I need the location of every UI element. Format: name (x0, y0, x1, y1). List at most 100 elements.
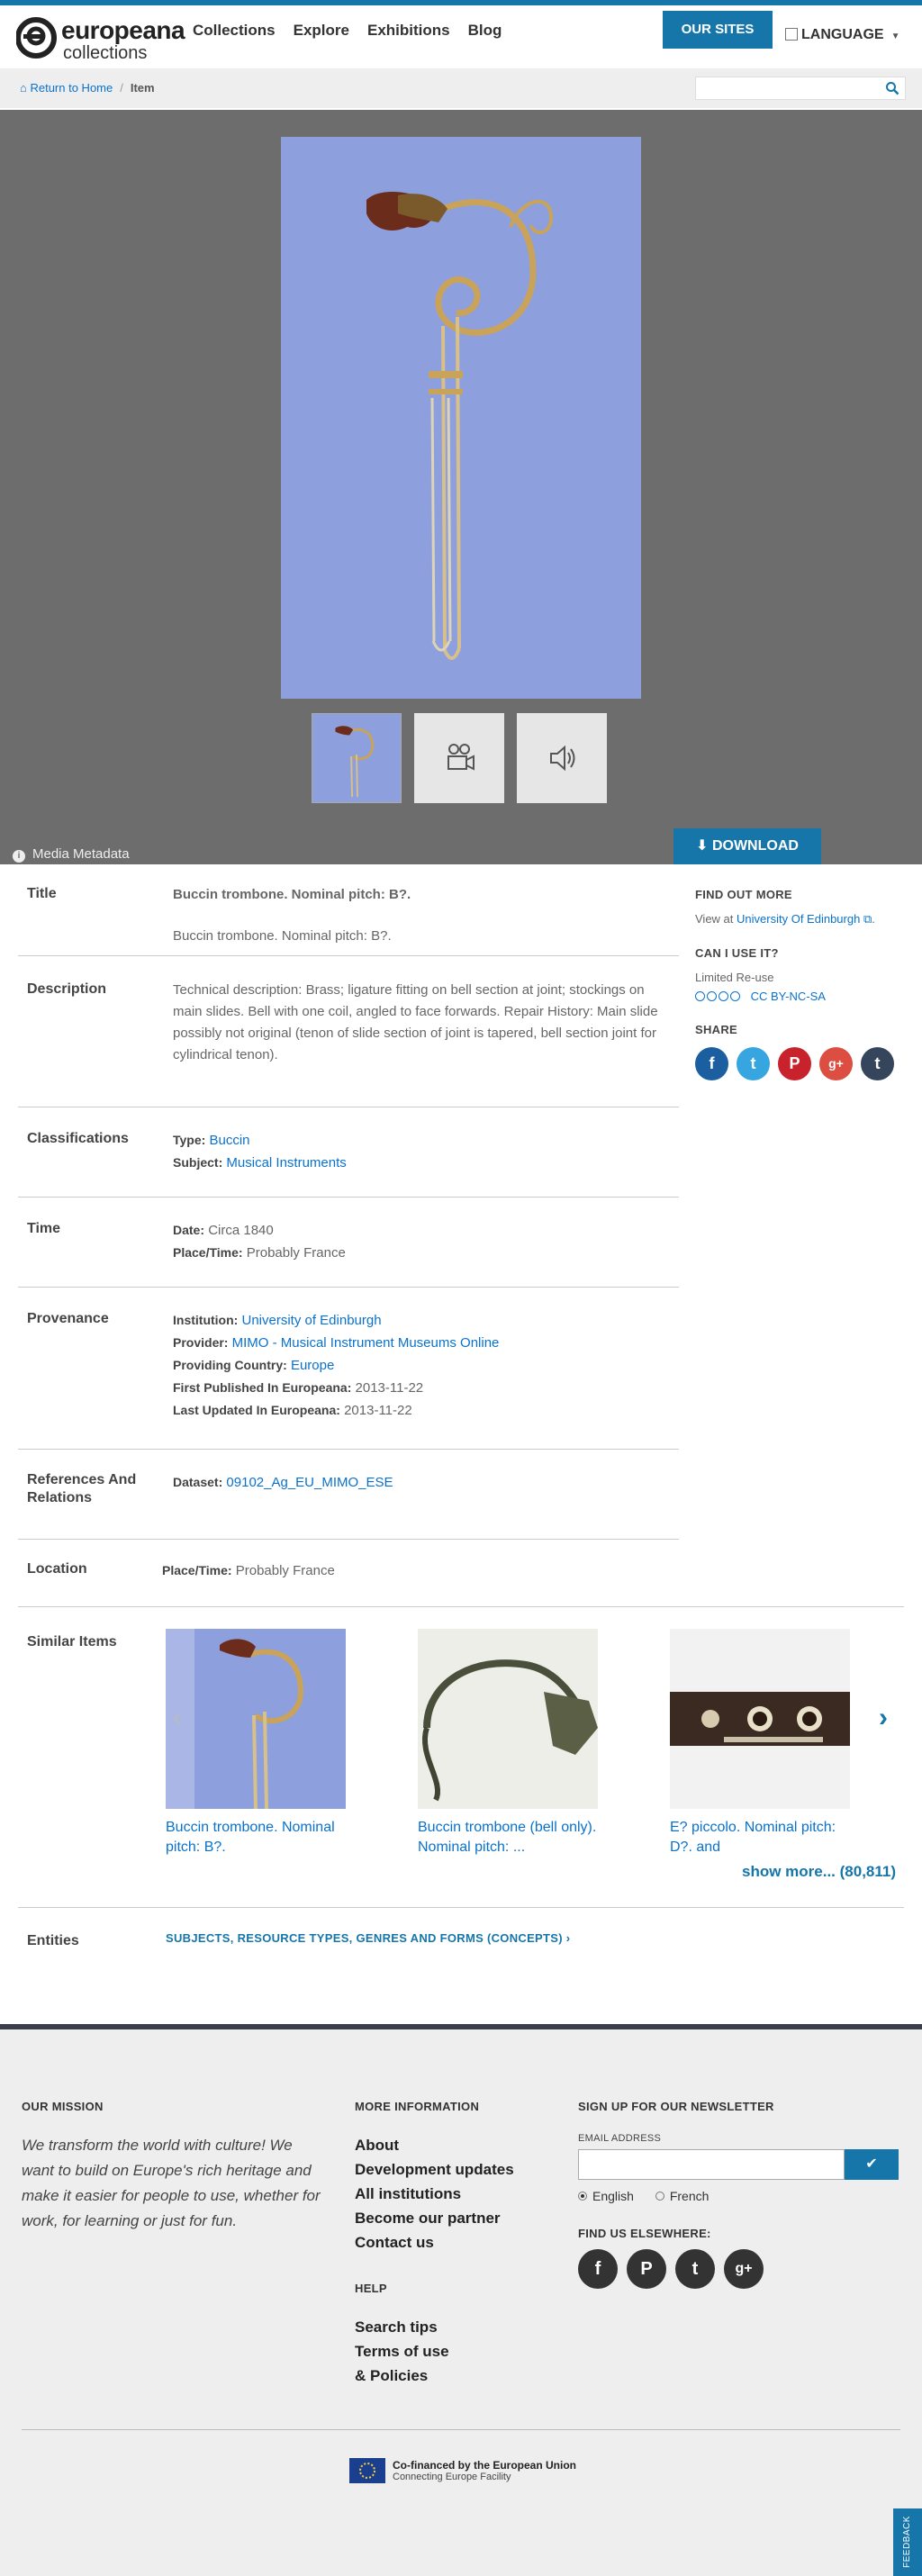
place-line: Place/Time: Probably France (173, 1242, 346, 1264)
main-item-image[interactable] (281, 137, 641, 699)
email-field[interactable] (578, 2149, 845, 2180)
email-label: EMAIL ADDRESS (578, 2133, 662, 2144)
footer-social: f P t g+ (578, 2249, 899, 2289)
nav-collections[interactable]: Collections (193, 22, 276, 40)
license-link[interactable]: CC BY-NC-SA (751, 990, 826, 1003)
radio-english[interactable] (578, 2192, 587, 2201)
similar-item-image (670, 1629, 850, 1809)
footer-link-policies[interactable]: & Policies (355, 2364, 514, 2388)
thumbnail-audio[interactable] (517, 713, 607, 803)
last-updated-line: Last Updated In Europeana: 2013-11-22 (173, 1399, 499, 1422)
media-thumbnails (312, 713, 607, 803)
similar-item-title[interactable]: Buccin trombone (bell only). Nominal pit… (418, 1818, 598, 1857)
thumbnail-video[interactable] (414, 713, 504, 803)
eu-text-line1: Co-financed by the European Union (393, 2459, 577, 2472)
chevron-down-icon: ▼ (890, 32, 900, 41)
provider-link[interactable]: MIMO - Musical Instrument Museums Online (232, 1335, 500, 1351)
download-button[interactable]: ⬇ DOWNLOAD (673, 828, 821, 864)
footer-link-development-updates[interactable]: Development updates (355, 2157, 514, 2182)
last-updated-key: Last Updated In Europeana: (173, 1403, 340, 1417)
feedback-tab[interactable]: FEEDBACK (893, 2508, 922, 2576)
mission-heading: OUR MISSION (22, 2100, 104, 2113)
provider-key: Provider: (173, 1335, 229, 1350)
similar-item-dragon-bell-icon (422, 1659, 598, 1802)
email-submit-button[interactable]: ✔ (845, 2149, 899, 2180)
europeana-logo[interactable]: europeana collections (16, 11, 196, 65)
nav-blog[interactable]: Blog (468, 22, 502, 40)
view-at-link[interactable]: University Of Edinburgh (737, 912, 860, 926)
time-row: Time Date: Circa 1840 Place/Time: Probab… (18, 1198, 679, 1288)
facebook-icon[interactable]: f (695, 1047, 728, 1080)
place-value: Probably France (246, 1245, 346, 1261)
thumbnail-image[interactable] (312, 713, 402, 803)
item-subtitle: Buccin trombone. Nominal pitch: B?. (173, 928, 392, 944)
search-icon[interactable] (885, 81, 899, 95)
similar-items-label: Similar Items (27, 1634, 117, 1650)
date-key: Date: (173, 1223, 205, 1237)
cc-by-icon (707, 991, 717, 1001)
mission-text: We transform the world with culture! We … (22, 2137, 321, 2229)
provenance-label: Provenance (27, 1311, 109, 1326)
can-i-use-block: CAN I USE IT? Limited Re-use CC BY-NC-SA (695, 946, 911, 1003)
footer-link-about[interactable]: About (355, 2133, 514, 2157)
date-value: Circa 1840 (208, 1223, 274, 1238)
similar-items-carousel: Buccin trombone. Nominal pitch: B?. Bucc… (166, 1629, 850, 1857)
description-row: Description Technical description: Brass… (18, 956, 679, 1107)
carousel-prev-icon[interactable]: ‹ (173, 1703, 182, 1733)
subject-key: Subject: (173, 1155, 223, 1170)
dataset-key: Dataset: (173, 1475, 223, 1489)
tumblr-icon[interactable]: t (861, 1047, 894, 1080)
institution-line: Institution: University of Edinburgh (173, 1309, 499, 1332)
newsletter-language: English French (578, 2189, 899, 2203)
twitter-icon[interactable]: t (737, 1047, 770, 1080)
download-label: DOWNLOAD (711, 838, 799, 854)
location-row: Location Place/Time: Probably France (18, 1540, 904, 1606)
logo-text-collections: collections (63, 43, 148, 63)
similar-item-card[interactable]: E? piccolo. Nominal pitch: D?. and (670, 1629, 850, 1857)
footer-link-become-partner[interactable]: Become our partner (355, 2206, 514, 2230)
nav-explore[interactable]: Explore (294, 22, 349, 40)
similar-item-image (166, 1629, 346, 1809)
footer-link-all-institutions[interactable]: All institutions (355, 2182, 514, 2206)
dataset-line: Dataset: 09102_Ag_EU_MIMO_ESE (173, 1471, 393, 1494)
dataset-link[interactable]: 09102_Ag_EU_MIMO_ESE (226, 1475, 393, 1490)
radio-french[interactable] (655, 2192, 664, 2201)
similar-item-title[interactable]: Buccin trombone. Nominal pitch: B?. (166, 1818, 346, 1857)
language-icon (785, 28, 798, 41)
media-viewer: i Media Metadata ⬇ DOWNLOAD (0, 110, 922, 864)
nav-exhibitions[interactable]: Exhibitions (367, 22, 450, 40)
entities-concepts-link[interactable]: SUBJECTS, RESOURCE TYPES, GENRES AND FOR… (166, 1931, 570, 1945)
country-link[interactable]: Europe (291, 1358, 334, 1373)
entities-concepts-text: SUBJECTS, RESOURCE TYPES, GENRES AND FOR… (166, 1931, 563, 1945)
similar-item-card[interactable]: Buccin trombone (bell only). Nominal pit… (418, 1629, 598, 1857)
title-label: Title (27, 886, 57, 901)
breadcrumb-home-link[interactable]: Return to Home (30, 81, 113, 95)
google-plus-icon[interactable]: g+ (819, 1047, 853, 1080)
footer-link-search-tips[interactable]: Search tips (355, 2315, 514, 2339)
footer-google-plus-icon[interactable]: g+ (724, 2249, 764, 2289)
our-sites-button[interactable]: OUR SITES (663, 11, 773, 49)
footer-link-contact-us[interactable]: Contact us (355, 2230, 514, 2255)
footer-pinterest-icon[interactable]: P (627, 2249, 666, 2289)
footer-facebook-icon[interactable]: f (578, 2249, 618, 2289)
media-metadata-toggle[interactable]: i Media Metadata (13, 846, 130, 863)
language-selector[interactable]: LANGUAGE ▼ (785, 27, 899, 43)
similar-item-card[interactable]: Buccin trombone. Nominal pitch: B?. (166, 1629, 346, 1857)
find-out-more-block: FIND OUT MORE View at University Of Edin… (695, 888, 911, 926)
pinterest-icon[interactable]: P (778, 1047, 811, 1080)
country-line: Providing Country: Europe (173, 1354, 499, 1377)
breadcrumb-bar: ⌂ Return to Home / Item (0, 68, 922, 108)
similar-item-image (418, 1629, 598, 1809)
provenance-values: Institution: University of Edinburgh Pro… (173, 1309, 499, 1422)
classifications-values: Type: Buccin Subject: Musical Instrument… (173, 1129, 347, 1174)
type-key: Type: (173, 1133, 206, 1147)
subject-link[interactable]: Musical Instruments (226, 1155, 346, 1170)
institution-link[interactable]: University of Edinburgh (241, 1313, 381, 1328)
footer-twitter-icon[interactable]: t (675, 2249, 715, 2289)
search-input[interactable] (695, 77, 906, 100)
carousel-next-icon[interactable]: › (879, 1703, 888, 1733)
similar-item-title[interactable]: E? piccolo. Nominal pitch: D?. and (670, 1818, 850, 1857)
type-link[interactable]: Buccin (209, 1133, 249, 1148)
footer-link-terms-of-use[interactable]: Terms of use (355, 2339, 514, 2364)
show-more-link[interactable]: show more... (80,811) (742, 1863, 896, 1881)
